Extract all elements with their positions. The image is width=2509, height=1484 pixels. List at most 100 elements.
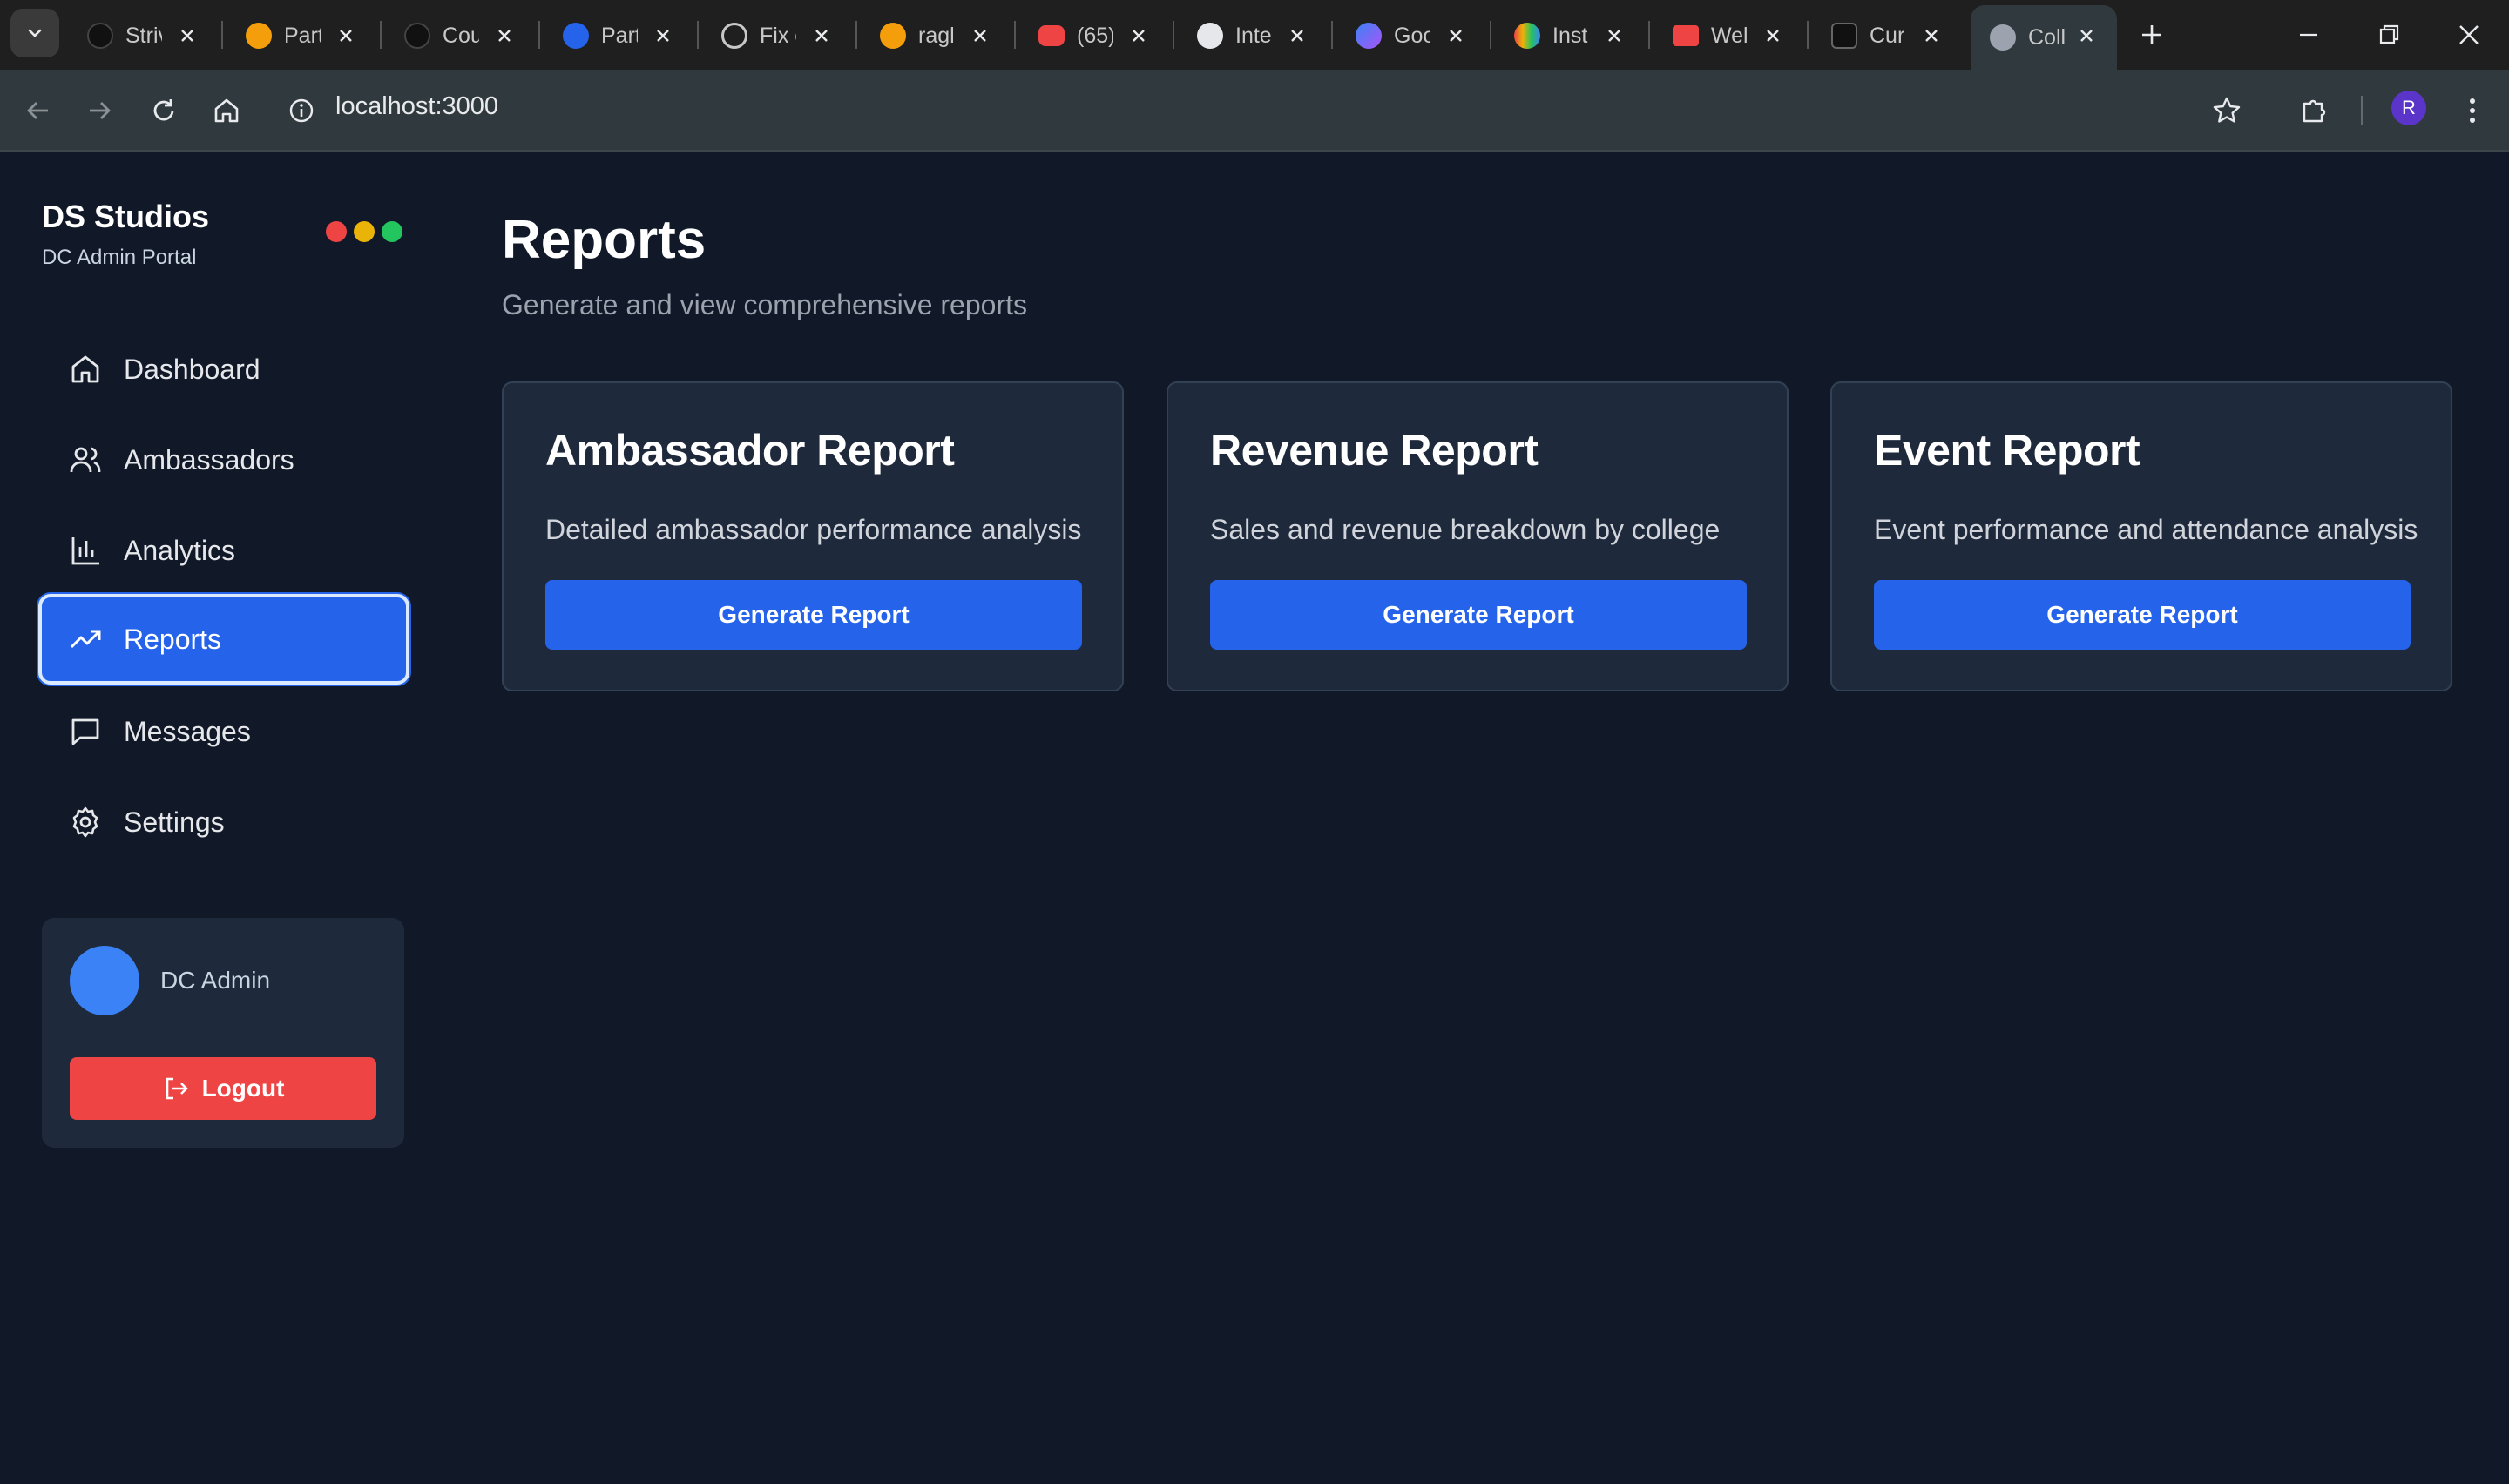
sidebar-item-analytics[interactable]: Analytics <box>38 505 409 596</box>
reload-button[interactable] <box>143 90 185 132</box>
close-window-button[interactable] <box>2448 14 2490 56</box>
close-tab-icon[interactable] <box>967 23 993 49</box>
sidebar-item-ambassadors[interactable]: Ambassadors <box>38 415 409 505</box>
home-icon <box>68 352 103 387</box>
avatar <box>70 946 139 1015</box>
sidebar-item-label: Messages <box>124 715 251 747</box>
tab-favicon-icon <box>246 23 272 49</box>
extensions-button[interactable] <box>2293 90 2335 132</box>
close-tab-icon[interactable] <box>174 23 200 49</box>
arrow-left-icon <box>27 102 48 119</box>
star-icon <box>2213 97 2241 123</box>
sidebar-item-label: Settings <box>124 806 225 838</box>
close-tab-icon[interactable] <box>491 23 517 49</box>
trending-up-icon <box>68 622 103 657</box>
home-button[interactable] <box>206 90 247 132</box>
restore-button[interactable] <box>2368 14 2410 56</box>
close-tab-icon[interactable] <box>1443 23 1469 49</box>
sidebar-item-messages[interactable]: Messages <box>38 686 409 777</box>
close-tab-icon[interactable] <box>333 23 359 49</box>
brand-name: DS Studios <box>42 199 210 234</box>
browser-toolbar: localhost:3000 <box>0 70 2509 152</box>
tab-favicon-icon <box>1831 23 1857 49</box>
tab-favicon-icon <box>880 23 906 49</box>
generate-report-button[interactable]: Generate Report <box>1874 580 2411 650</box>
tab-favicon-icon <box>563 23 589 49</box>
browser-tab[interactable]: Striv <box>68 5 218 66</box>
close-tab-icon[interactable] <box>1284 23 1310 49</box>
plus-icon <box>2142 25 2161 44</box>
report-card-ambassador: Ambassador Report Detailed ambassador pe… <box>502 381 1124 691</box>
window-dots <box>326 221 402 242</box>
tab-favicon-icon <box>1514 23 1540 49</box>
tab-favicon-icon <box>721 23 747 49</box>
more-vertical-icon <box>2470 98 2475 123</box>
card-description: Event performance and attendance analysi… <box>1874 514 2418 545</box>
close-tab-icon[interactable] <box>1918 23 1944 49</box>
close-icon <box>2459 25 2479 44</box>
card-title: Event Report <box>1874 426 2140 475</box>
close-tab-icon[interactable] <box>2073 23 2100 49</box>
close-tab-icon[interactable] <box>650 23 676 49</box>
logout-icon <box>162 1075 190 1103</box>
sidebar-item-label: Reports <box>124 623 222 655</box>
tab-favicon-icon <box>1197 23 1223 49</box>
logout-button[interactable]: Logout <box>70 1057 376 1120</box>
back-button[interactable] <box>17 90 59 132</box>
minimize-button[interactable] <box>2288 14 2330 56</box>
report-card-event: Event Report Event performance and atten… <box>1830 381 2452 691</box>
sidebar-item-dashboard[interactable]: Dashboard <box>38 324 409 415</box>
browser-menu-button[interactable] <box>2452 90 2493 132</box>
page-subtitle: Generate and view comprehensive reports <box>502 289 1027 320</box>
tab-favicon-icon <box>1038 25 1065 46</box>
site-info-button[interactable] <box>281 90 322 132</box>
generate-report-button[interactable]: Generate Report <box>545 580 1082 650</box>
browser-tab[interactable]: (65) <box>1019 5 1169 66</box>
forward-button[interactable] <box>78 90 120 132</box>
info-icon <box>289 98 314 123</box>
bar-chart-icon <box>68 533 103 568</box>
browser-tab[interactable]: Inst <box>1495 5 1645 66</box>
arrow-right-icon <box>90 102 111 119</box>
close-tab-icon[interactable] <box>1126 23 1152 49</box>
yellow-dot <box>354 221 375 242</box>
sidebar-item-label: Dashboard <box>124 353 260 385</box>
browser-tab[interactable]: Wel <box>1654 5 1803 66</box>
address-bar[interactable]: localhost:3000 <box>335 92 498 121</box>
browser-tab-bar: Striv Part Cou Part Fix c ragl (65) Inte… <box>0 0 2509 70</box>
browser-tab-active[interactable]: Coll <box>1971 5 2117 70</box>
globe-icon <box>1990 24 2016 51</box>
restore-icon <box>2379 24 2399 44</box>
card-description: Detailed ambassador performance analysis <box>545 514 1082 545</box>
browser-tab[interactable]: Goo <box>1336 5 1486 66</box>
tab-favicon-icon <box>1356 23 1382 49</box>
close-tab-icon[interactable] <box>1760 23 1786 49</box>
browser-tab[interactable]: Cou <box>385 5 535 66</box>
logout-label: Logout <box>201 1075 285 1102</box>
tab-search-button[interactable] <box>10 9 59 57</box>
browser-tab[interactable]: Inte <box>1178 5 1328 66</box>
browser-tab[interactable]: Part <box>227 5 376 66</box>
sidebar-item-reports[interactable]: Reports <box>38 594 409 685</box>
browser-tab[interactable]: Fix c <box>702 5 852 66</box>
generate-report-button[interactable]: Generate Report <box>1210 580 1747 650</box>
gear-icon <box>68 805 103 840</box>
close-tab-icon[interactable] <box>1601 23 1627 49</box>
message-square-icon <box>68 714 103 749</box>
bookmark-button[interactable] <box>2206 90 2248 132</box>
browser-tab[interactable]: Part <box>544 5 693 66</box>
profile-avatar-button[interactable]: R <box>2391 91 2426 125</box>
card-title: Ambassador Report <box>545 426 955 475</box>
puzzle-icon <box>2303 99 2326 123</box>
browser-tab[interactable]: Cur <box>1812 5 1962 66</box>
tab-favicon-icon <box>404 23 430 49</box>
brand-subtitle: DC Admin Portal <box>42 246 197 269</box>
new-tab-button[interactable] <box>2134 17 2169 52</box>
sidebar-item-settings[interactable]: Settings <box>38 777 409 867</box>
browser-tab[interactable]: ragl <box>861 5 1011 66</box>
user-name: DC Admin <box>160 967 271 994</box>
report-card-revenue: Revenue Report Sales and revenue breakdo… <box>1167 381 1789 691</box>
close-tab-icon[interactable] <box>808 23 835 49</box>
card-description: Sales and revenue breakdown by college <box>1210 514 1721 545</box>
toolbar-divider <box>2361 96 2363 125</box>
